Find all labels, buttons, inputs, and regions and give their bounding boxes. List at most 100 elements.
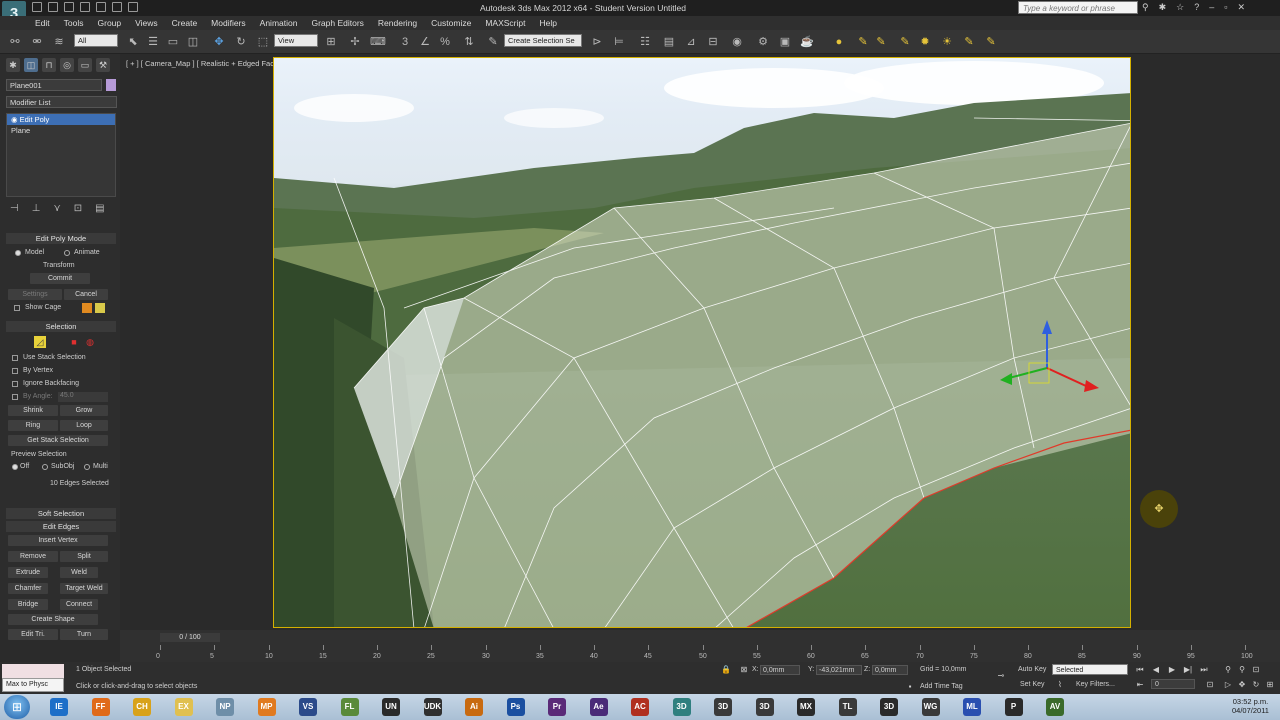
ring-button[interactable]: Ring <box>8 420 58 431</box>
light-tool-5-icon[interactable]: ✎ <box>962 35 976 49</box>
extrude-button[interactable]: Extrude <box>8 567 48 578</box>
menu-animation[interactable]: Animation <box>253 16 305 30</box>
turn-button[interactable]: Turn <box>60 629 108 640</box>
taskbar-app-icon[interactable]: UN <box>382 698 400 716</box>
object-name-field[interactable]: Plane001 <box>6 79 102 91</box>
taskbar-app-icon[interactable]: TL <box>838 698 857 716</box>
taskbar-app-icon[interactable]: ML <box>963 698 981 716</box>
utilities-tab-icon[interactable]: ⚒ <box>96 58 110 72</box>
play-icon[interactable]: ▶ <box>1166 664 1178 675</box>
rectangular-selection-icon[interactable]: ▭ <box>166 35 180 49</box>
track-bar[interactable]: 0 5 10 15 20 25 30 35 40 45 50 55 60 65 70 75 80 85 90 95 10… <box>156 645 1270 662</box>
set-key-icon[interactable]: ⌇ <box>1054 679 1066 690</box>
render-setup-icon[interactable]: ⚙ <box>756 35 770 49</box>
new-file-icon[interactable] <box>32 2 42 12</box>
taskbar-app-icon[interactable]: 3D <box>755 698 774 716</box>
key-selection-dropdown[interactable]: Selected <box>1052 664 1128 675</box>
percent-snap-icon[interactable]: % <box>438 35 452 49</box>
get-stack-selection-button[interactable]: Get Stack Selection <box>8 435 108 446</box>
sky-icon[interactable]: ☀ <box>940 35 954 49</box>
link-icon[interactable]: ⚯ <box>8 35 22 49</box>
select-and-scale-icon[interactable]: ⬚ <box>256 35 270 49</box>
binoculars-icon[interactable]: ⚲ <box>1142 2 1149 13</box>
go-to-end-icon[interactable]: ⏭ <box>1198 664 1210 675</box>
edge-subobject-icon[interactable]: ◿ <box>34 336 46 348</box>
lock-icon[interactable]: 🔒 <box>720 664 732 675</box>
curve-editor-icon[interactable]: ⊿ <box>684 35 698 49</box>
pin-stack-icon[interactable]: ⊣ <box>10 203 19 214</box>
mirror-icon[interactable]: ⊳ <box>590 35 604 49</box>
taskbar-app-icon[interactable]: Ps <box>506 698 525 716</box>
cage-selected-color-swatch[interactable] <box>95 303 105 313</box>
search-input[interactable]: Type a keyword or phrase <box>1018 1 1138 14</box>
light-tool-icon[interactable]: ● <box>832 35 846 49</box>
taskbar-app-icon[interactable]: MX <box>797 698 815 716</box>
weld-button[interactable]: Weld <box>60 567 98 578</box>
taskbar-app-icon[interactable]: 3D <box>672 698 691 716</box>
go-to-start-icon[interactable]: ⏮ <box>1134 664 1146 675</box>
create-tab-icon[interactable]: ✱ <box>6 58 20 72</box>
select-and-rotate-icon[interactable]: ↻ <box>234 35 248 49</box>
auto-key-button[interactable]: Auto Key <box>1018 666 1046 673</box>
unlink-icon[interactable]: ⚮ <box>30 35 44 49</box>
named-selection-set-select[interactable]: Create Selection Se <box>504 34 582 47</box>
pivot-center-icon[interactable]: ⊞ <box>324 35 338 49</box>
taskbar-app-icon[interactable]: Ae <box>589 698 608 716</box>
next-frame-icon[interactable]: ▶| <box>1182 664 1194 675</box>
taskbar-app-icon[interactable]: UDK <box>423 698 442 716</box>
light-tool-6-icon[interactable]: ✎ <box>984 35 998 49</box>
edit-named-selection-icon[interactable]: ✎ <box>486 35 500 49</box>
keyboard-shortcut-icon[interactable]: ⌨ <box>370 35 386 49</box>
make-unique-icon[interactable]: ⋎ <box>53 203 60 214</box>
show-end-result-icon[interactable]: ⊥ <box>32 203 41 214</box>
align-icon[interactable]: ⊨ <box>612 35 626 49</box>
menu-views[interactable]: Views <box>128 16 165 30</box>
taskbar-app-icon[interactable]: Ai <box>465 698 483 716</box>
angle-snap-icon[interactable]: ∠ <box>418 35 432 49</box>
maximize-icon[interactable]: ▫ <box>1224 2 1227 13</box>
edit-edges-rollout[interactable]: Edit Edges <box>6 521 116 532</box>
remove-modifier-icon[interactable]: ⊡ <box>74 203 82 214</box>
material-editor-icon[interactable]: ◉ <box>730 35 744 49</box>
taskbar-app-icon[interactable]: VS <box>299 698 317 716</box>
z-coordinate-field[interactable]: 0,0mm <box>872 665 908 675</box>
taskbar-app-icon[interactable]: CH <box>133 698 151 716</box>
reference-coordinate-select[interactable]: View <box>274 34 318 47</box>
close-icon[interactable]: ✕ <box>1237 2 1245 13</box>
menu-create[interactable]: Create <box>165 16 205 30</box>
show-cage-checkbox[interactable] <box>14 305 20 311</box>
select-by-name-icon[interactable]: ☰ <box>146 35 160 49</box>
key-filters-button[interactable]: Key Filters... <box>1076 681 1115 688</box>
modify-tab-icon[interactable]: ◫ <box>24 58 38 72</box>
save-file-icon[interactable] <box>64 2 74 12</box>
system-clock[interactable]: 03:52 p.m. 04/07/2011 <box>1232 697 1269 715</box>
light-tool-4-icon[interactable]: ✎ <box>898 35 912 49</box>
chamfer-button[interactable]: Chamfer <box>8 583 48 594</box>
stack-item-plane[interactable]: Plane <box>7 125 115 136</box>
sun-icon[interactable]: ✹ <box>918 35 932 49</box>
selection-filter-select[interactable]: All <box>74 34 118 47</box>
zoom-icon[interactable]: ⚲ <box>1222 664 1234 675</box>
time-tag-icon[interactable]: ▪ <box>904 681 916 692</box>
taskbar-app-icon[interactable]: IE <box>50 698 68 716</box>
selection-rollout[interactable]: Selection <box>6 321 116 332</box>
cancel-button[interactable]: Cancel <box>64 289 108 300</box>
hierarchy-tab-icon[interactable]: ⊓ <box>42 58 56 72</box>
animate-radio[interactable] <box>64 250 70 256</box>
menu-help[interactable]: Help <box>532 16 563 30</box>
taskbar-app-icon[interactable]: P <box>1004 698 1023 716</box>
settings-button[interactable]: Settings <box>8 289 62 300</box>
bridge-button[interactable]: Bridge <box>8 599 48 610</box>
light-tool-3-icon[interactable]: ✎ <box>874 35 888 49</box>
schematic-view-icon[interactable]: ⊟ <box>706 35 720 49</box>
edit-poly-mode-rollout[interactable]: Edit Poly Mode <box>6 233 116 244</box>
maximize-viewport-icon[interactable]: ⊞ <box>1264 679 1276 690</box>
time-configuration-icon[interactable]: ⊡ <box>1204 679 1216 690</box>
grow-button[interactable]: Grow <box>60 405 108 416</box>
by-angle-checkbox[interactable] <box>12 394 18 400</box>
by-angle-spinner[interactable]: 45.0 <box>58 392 108 402</box>
absolute-mode-icon[interactable]: ⊠ <box>738 664 750 675</box>
current-frame-field[interactable]: 0 <box>1151 679 1195 689</box>
ignore-backfacing-checkbox[interactable] <box>12 381 18 387</box>
by-vertex-checkbox[interactable] <box>12 368 18 374</box>
